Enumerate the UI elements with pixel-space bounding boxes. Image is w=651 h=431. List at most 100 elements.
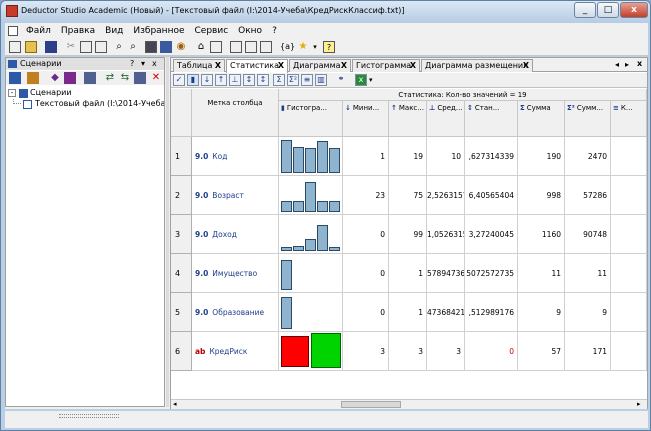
tab-close-all-icon[interactable]: x bbox=[637, 59, 642, 68]
stat-cell[interactable]: 99 bbox=[389, 215, 427, 254]
status-grip[interactable] bbox=[59, 414, 119, 418]
histogram-cell[interactable] bbox=[279, 176, 343, 215]
new-icon[interactable] bbox=[9, 41, 21, 53]
close-button[interactable]: x bbox=[620, 2, 648, 18]
scroll-right-arrow[interactable]: ▸ bbox=[637, 400, 641, 408]
stat-cell[interactable]: ,512989176 bbox=[465, 293, 518, 332]
scenario-node-icon[interactable]: ◆ bbox=[49, 72, 61, 84]
panel-pin-icon[interactable]: ▾ bbox=[141, 58, 145, 70]
home-icon[interactable]: ⌂ bbox=[195, 41, 207, 53]
tab-scroll-right-icon[interactable]: ▸ bbox=[625, 60, 629, 69]
stat-cell[interactable]: 1,05263158 bbox=[427, 215, 465, 254]
mean-icon[interactable]: ⊥ bbox=[229, 74, 241, 86]
tab-histogram[interactable]: Гистограмма X bbox=[352, 59, 420, 72]
stat-cell[interactable]: 9 bbox=[518, 293, 565, 332]
find-icon[interactable]: ⌕ bbox=[113, 41, 125, 53]
stat-cell[interactable] bbox=[611, 254, 647, 293]
layout2-icon[interactable] bbox=[245, 41, 257, 53]
min-icon[interactable]: ↓ bbox=[201, 74, 213, 86]
glasses-icon[interactable]: ⚭ bbox=[335, 74, 347, 86]
menu-edit[interactable]: Правка bbox=[56, 26, 100, 36]
stat-cell[interactable]: 0 bbox=[343, 215, 389, 254]
row-number[interactable]: 2 bbox=[171, 176, 192, 215]
max-icon[interactable]: ↑ bbox=[215, 74, 227, 86]
scenario-grid-icon[interactable] bbox=[64, 72, 76, 84]
scroll-left-arrow[interactable]: ◂ bbox=[173, 400, 177, 408]
stat-cell[interactable]: 0 bbox=[465, 332, 518, 371]
panel-close-icon[interactable]: x bbox=[152, 58, 157, 70]
tree-expand-icon[interactable]: - bbox=[8, 89, 16, 97]
help-icon[interactable]: ? bbox=[323, 41, 335, 53]
stat-cell[interactable]: ,627314339 bbox=[465, 137, 518, 176]
column-header[interactable]: ↑ Макс... bbox=[389, 101, 427, 137]
tab-placement-diagram[interactable]: Диаграмма размещения X bbox=[421, 59, 533, 72]
cut-icon[interactable]: ✂ bbox=[65, 41, 77, 53]
copy-icon[interactable] bbox=[80, 41, 92, 53]
maximize-button[interactable]: □ bbox=[597, 2, 619, 18]
wizard-icon[interactable] bbox=[145, 41, 157, 53]
column-header[interactable]: Σ Сумма bbox=[518, 101, 565, 137]
stat-cell[interactable]: 6,40565404 bbox=[465, 176, 518, 215]
scroll-thumb[interactable] bbox=[341, 401, 401, 408]
tab-statistics[interactable]: Статистика X bbox=[226, 59, 288, 73]
tab-close-icon[interactable]: X bbox=[278, 60, 284, 72]
scenario-link-icon[interactable]: ⇄ bbox=[104, 72, 116, 84]
excel-export-icon[interactable]: x bbox=[355, 74, 367, 86]
row-label[interactable]: 9.0 Имущество bbox=[192, 254, 279, 293]
stat-cell[interactable]: 1 bbox=[343, 137, 389, 176]
row-number[interactable]: 6 bbox=[171, 332, 192, 371]
stat-cell[interactable]: 1160 bbox=[518, 215, 565, 254]
view-icon[interactable] bbox=[210, 41, 222, 53]
stat-cell[interactable]: 0 bbox=[343, 254, 389, 293]
tab-diagram[interactable]: Диаграмма X bbox=[289, 59, 351, 72]
column-header[interactable]: ↓ Мини... bbox=[343, 101, 389, 137]
stat-cell[interactable]: 2,52631579 bbox=[427, 176, 465, 215]
minimize-button[interactable]: _ bbox=[574, 2, 596, 18]
tab-close-icon[interactable]: X bbox=[215, 60, 221, 72]
menu-window[interactable]: Окно bbox=[233, 26, 267, 36]
menu-service[interactable]: Сервис bbox=[190, 26, 234, 36]
scenario-wizard-icon[interactable] bbox=[9, 72, 21, 84]
stat-cell[interactable]: 3 bbox=[427, 332, 465, 371]
column-header[interactable]: Σ² Сумм... bbox=[565, 101, 611, 137]
stat-cell[interactable]: 5789473684 bbox=[427, 254, 465, 293]
tab-table[interactable]: Таблица X bbox=[173, 59, 225, 72]
scenario-delete-icon[interactable]: ✕ bbox=[150, 72, 162, 84]
row-label[interactable]: 9.0 Образование bbox=[192, 293, 279, 332]
stat-cell[interactable]: 0 bbox=[343, 293, 389, 332]
stat-cell[interactable]: 10 bbox=[427, 137, 465, 176]
stat-cell[interactable]: 2470 bbox=[565, 137, 611, 176]
stat-cell[interactable]: 9 bbox=[565, 293, 611, 332]
splitter[interactable] bbox=[166, 57, 169, 407]
stat-cell[interactable]: 23 bbox=[343, 176, 389, 215]
process-icon[interactable]: ◉ bbox=[175, 41, 187, 53]
menu-help[interactable]: ? bbox=[267, 26, 282, 36]
histogram-cell[interactable] bbox=[279, 293, 343, 332]
paste-icon[interactable] bbox=[95, 41, 107, 53]
tree-item[interactable]: Текстовый файл (I:\2014-Учеба\КредРи bbox=[8, 99, 164, 110]
stat-cell[interactable]: 57286 bbox=[565, 176, 611, 215]
title-bar[interactable]: Deductor Studio Academic (Новый) - [Текс… bbox=[1, 1, 650, 23]
stat-cell[interactable]: 57 bbox=[518, 332, 565, 371]
column-label-header[interactable]: Метка столбца bbox=[192, 89, 279, 137]
sum-squares-icon[interactable]: Σ² bbox=[287, 74, 299, 86]
scenario-link2-icon[interactable]: ⇆ bbox=[119, 72, 131, 84]
stat-cell[interactable]: 1 bbox=[389, 254, 427, 293]
stat-cell[interactable] bbox=[611, 332, 647, 371]
row-label[interactable]: 9.0 Код bbox=[192, 137, 279, 176]
horizontal-scrollbar[interactable]: ◂ ▸ bbox=[171, 399, 647, 409]
stat-cell[interactable]: 19 bbox=[389, 137, 427, 176]
layout1-icon[interactable] bbox=[230, 41, 242, 53]
tab-scroll-left-icon[interactable]: ◂ bbox=[615, 60, 619, 69]
stat-cell[interactable] bbox=[611, 215, 647, 254]
layout3-icon[interactable] bbox=[260, 41, 272, 53]
row-label[interactable]: 9.0 Доход bbox=[192, 215, 279, 254]
column-header[interactable]: ↕ Стан... bbox=[465, 101, 518, 137]
histogram-cell[interactable] bbox=[279, 215, 343, 254]
panel-help-button[interactable]: ? bbox=[130, 58, 134, 70]
histogram-icon[interactable]: ▮ bbox=[187, 74, 199, 86]
save-icon[interactable] bbox=[45, 41, 57, 53]
stat-cell[interactable]: 90748 bbox=[565, 215, 611, 254]
stat-cell[interactable]: 190 bbox=[518, 137, 565, 176]
histogram-cell[interactable] bbox=[279, 332, 343, 371]
